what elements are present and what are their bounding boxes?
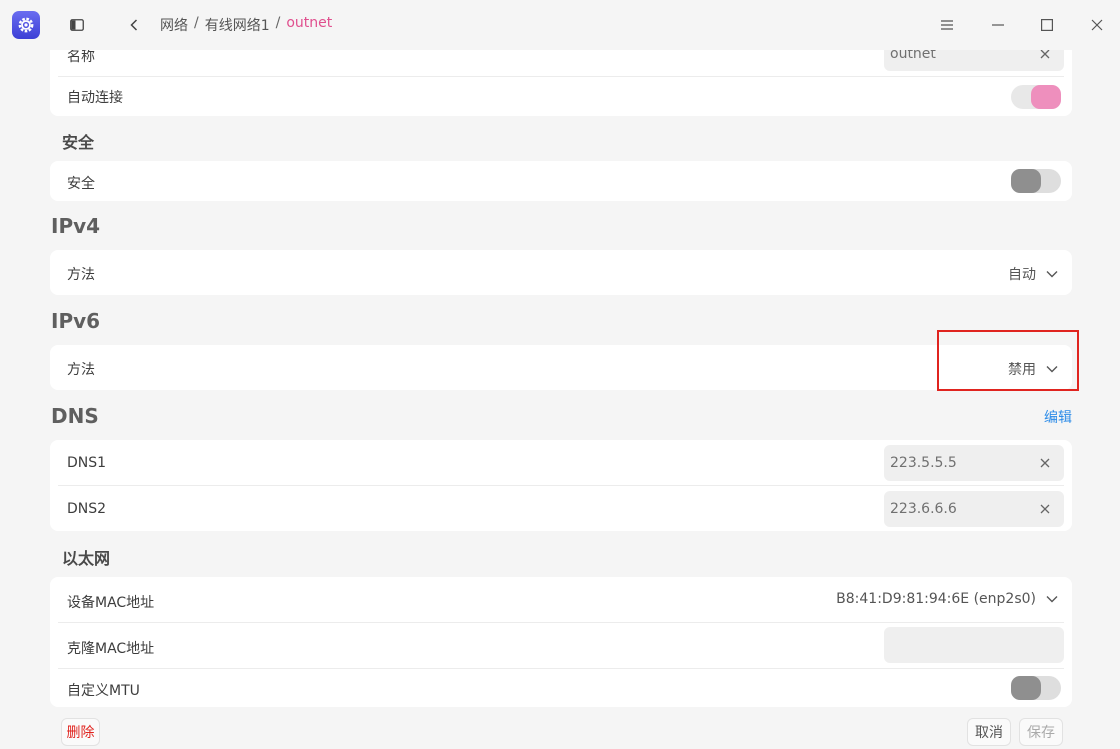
chevron-down-icon: [1046, 591, 1058, 607]
chevron-down-icon: [1046, 266, 1058, 282]
security-label: 安全: [67, 176, 95, 192]
toggle-knob: [1011, 169, 1041, 193]
dns1-row: DNS1 223.5.5.5: [50, 440, 1072, 485]
mtu-row: 自定义MTU: [50, 669, 1072, 707]
mtu-label: 自定义MTU: [67, 683, 140, 699]
back-icon[interactable]: [119, 10, 149, 40]
ipv6-section-title: IPv6: [51, 309, 101, 333]
clone-mac-row: 克隆MAC地址: [50, 623, 1072, 668]
toggle-knob: [1031, 85, 1061, 109]
breadcrumb-separator: /: [194, 15, 199, 31]
mac-select[interactable]: B8:41:D9:81:94:6E (enp2s0): [836, 591, 1058, 607]
clone-mac-field[interactable]: [884, 627, 1064, 663]
dns1-value[interactable]: 223.5.5.5: [890, 455, 957, 471]
dns-edit-link[interactable]: 编辑: [1044, 407, 1072, 427]
breadcrumb-item-current: outnet: [286, 15, 333, 31]
dns2-field[interactable]: 223.6.6.6: [884, 491, 1064, 527]
ethernet-card: 设备MAC地址 B8:41:D9:81:94:6E (enp2s0) 克隆MAC…: [50, 577, 1072, 707]
clone-mac-label: 克隆MAC地址: [67, 641, 155, 657]
security-toggle[interactable]: [1011, 169, 1061, 193]
dns2-label: DNS2: [67, 501, 107, 517]
ipv4-method-select[interactable]: 自动: [1008, 264, 1058, 284]
mac-label: 设备MAC地址: [67, 595, 155, 611]
dns-card: DNS1 223.5.5.5 DNS2 223.6.6.6: [50, 440, 1072, 531]
dns-section-title: DNS: [51, 404, 99, 428]
dns1-label: DNS1: [67, 455, 107, 471]
sidebar-toggle-icon[interactable]: [62, 10, 92, 40]
settings-app-icon: [12, 11, 40, 39]
delete-button[interactable]: 删除: [61, 718, 100, 746]
close-icon[interactable]: [1082, 10, 1112, 40]
ipv4-section-title: IPv4: [51, 214, 101, 238]
dns2-value[interactable]: 223.6.6.6: [890, 501, 957, 517]
clear-icon[interactable]: [1036, 454, 1054, 472]
dns1-field[interactable]: 223.5.5.5: [884, 445, 1064, 481]
dns2-row: DNS2 223.6.6.6: [50, 486, 1072, 531]
auto-connect-toggle[interactable]: [1011, 85, 1061, 109]
security-card: 安全: [50, 161, 1072, 201]
ipv4-method-value: 自动: [1008, 267, 1036, 283]
security-section-title: 安全: [62, 133, 95, 152]
breadcrumb-separator: /: [275, 15, 281, 31]
breadcrumb-item-wired[interactable]: 有线网络1: [205, 15, 270, 35]
clear-icon[interactable]: [1036, 500, 1054, 518]
breadcrumb: 网络 / 有线网络1 / outnet: [160, 15, 332, 35]
mtu-toggle[interactable]: [1011, 676, 1061, 700]
mac-value: B8:41:D9:81:94:6E (enp2s0): [836, 591, 1036, 607]
cancel-button[interactable]: 取消: [967, 718, 1011, 746]
ethernet-section-title: 以太网: [62, 549, 111, 568]
minimize-icon[interactable]: [983, 10, 1013, 40]
highlight-box: [937, 330, 1079, 391]
mac-row: 设备MAC地址 B8:41:D9:81:94:6E (enp2s0): [50, 577, 1072, 622]
auto-connect-row: 自动连接: [50, 77, 1072, 116]
toggle-knob: [1011, 676, 1041, 700]
maximize-icon[interactable]: [1032, 10, 1062, 40]
ipv6-card: 方法 禁用: [50, 345, 1072, 390]
ipv4-card: 方法 自动: [50, 250, 1072, 295]
menu-icon[interactable]: [932, 10, 962, 40]
save-button[interactable]: 保存: [1019, 718, 1063, 746]
settings-content: 名称 outnet 自动连接 安全 安全 IPv4 方法 自动 IPv6 方法: [0, 0, 1120, 749]
titlebar: 网络 / 有线网络1 / outnet: [0, 0, 1120, 50]
ipv6-method-label: 方法: [67, 362, 95, 378]
breadcrumb-item-network[interactable]: 网络: [160, 15, 188, 35]
auto-connect-label: 自动连接: [67, 90, 123, 106]
ipv4-method-label: 方法: [67, 267, 95, 283]
